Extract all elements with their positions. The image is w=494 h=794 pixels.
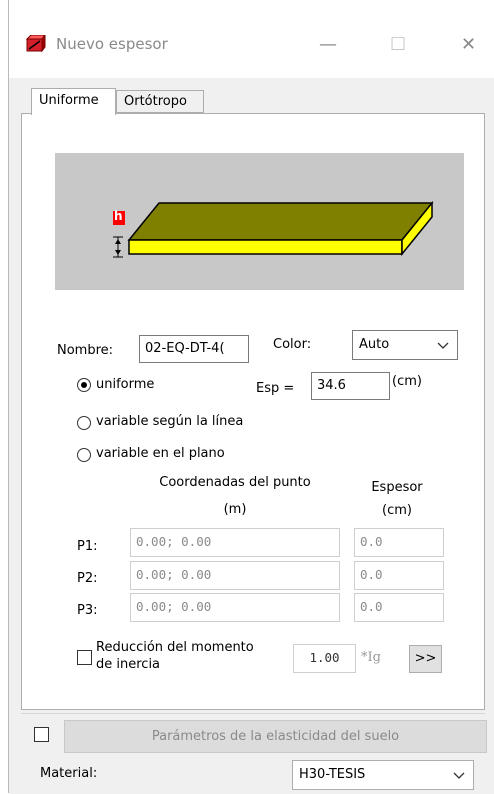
color-label: Color: (273, 337, 312, 352)
esp-label: Esp = (256, 381, 295, 396)
background-edge (0, 0, 9, 793)
material-select[interactable]: H30-TESIS (292, 760, 474, 790)
minimize-icon[interactable]: — (319, 36, 337, 54)
radio-variable-plano[interactable] (77, 448, 91, 462)
nombre-input[interactable]: 02-EQ-DT-4( (139, 335, 249, 363)
radio-uniforme-label: uniforme (96, 377, 155, 392)
separator (21, 713, 485, 714)
ig-label: *Ig (361, 650, 381, 665)
reduccion-input[interactable]: 1.00 (293, 644, 356, 673)
esp-input[interactable]: 34.6 (311, 372, 390, 400)
radio-uniforme[interactable] (77, 378, 91, 392)
h-label: h (114, 209, 123, 223)
esp-unit: (cm) (392, 374, 422, 389)
maximize-icon[interactable]: ☐ (390, 36, 406, 54)
chevron-down-icon (453, 772, 465, 779)
p3-thickness-input[interactable]: 0.0 (354, 593, 444, 622)
soil-parameters-button[interactable]: Parámetros de la elasticidad del suelo (64, 720, 487, 753)
coord-unit: (m) (223, 502, 247, 517)
material-select-value: H30-TESIS (299, 767, 366, 782)
color-select[interactable]: Auto (352, 330, 458, 360)
app-icon (26, 35, 46, 53)
title-bar: Nuevo espesor — ☐ ✕ (9, 8, 494, 78)
more-button[interactable]: >> (409, 645, 442, 673)
material-label: Material: (40, 766, 98, 781)
espesor-unit: (cm) (382, 503, 412, 518)
radio-variable-plano-label: variable en el plano (96, 446, 225, 461)
reduccion-label: Reducción del momento de inercia (96, 639, 254, 673)
espesor-header: Espesor (371, 480, 423, 495)
window-title: Nuevo espesor (56, 35, 168, 53)
chevron-down-icon (437, 342, 449, 349)
reduccion-label-line1: Reducción del momento (96, 640, 254, 655)
thickness-preview: h (55, 153, 464, 290)
nombre-label: Nombre: (57, 343, 114, 358)
reduccion-checkbox[interactable] (77, 650, 92, 665)
p2-thickness-input[interactable]: 0.0 (354, 561, 444, 590)
color-select-value: Auto (359, 337, 390, 352)
coord-header: Coordenadas del punto (159, 475, 311, 490)
radio-variable-linea-label: variable según la línea (96, 414, 244, 429)
soil-checkbox[interactable] (34, 727, 49, 742)
p1-label: P1: (77, 539, 98, 554)
tab-ortotropo[interactable]: Ortótropo (116, 90, 204, 113)
p3-coord-input[interactable]: 0.00; 0.00 (130, 593, 340, 622)
p1-coord-input[interactable]: 0.00; 0.00 (130, 528, 340, 557)
p2-coord-input[interactable]: 0.00; 0.00 (130, 561, 340, 590)
radio-variable-linea[interactable] (77, 416, 91, 430)
p2-label: P2: (77, 571, 98, 586)
p1-thickness-input[interactable]: 0.0 (354, 528, 444, 557)
p3-label: P3: (77, 603, 98, 618)
tab-uniforme[interactable]: Uniforme (31, 88, 116, 115)
close-icon[interactable]: ✕ (461, 36, 476, 54)
reduccion-label-line2: de inercia (96, 657, 161, 672)
